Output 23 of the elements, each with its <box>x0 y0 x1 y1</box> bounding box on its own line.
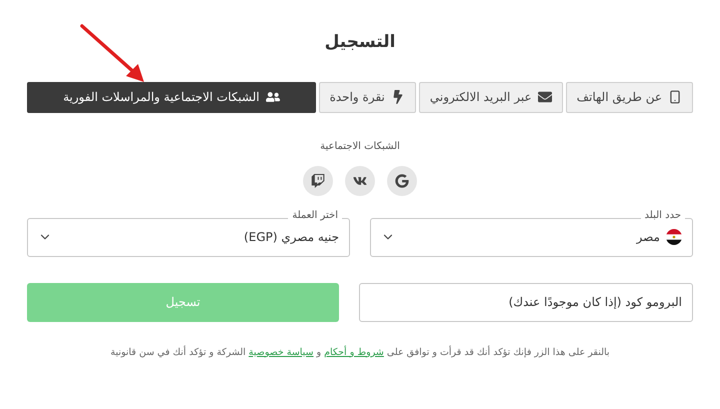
twitch-icon <box>311 174 325 188</box>
social-login-button[interactable] <box>387 166 417 196</box>
tab[interactable]: عبر البريد الالكتروني <box>418 82 563 112</box>
social-login-button[interactable] <box>303 166 333 196</box>
section-heading: الشبكات الاجتماعية <box>320 140 400 154</box>
google-g-icon <box>395 174 409 188</box>
promo-code-field[interactable]: البرومو كود (إذا كان موجودًا عندك) <box>359 282 693 322</box>
tab[interactable]: عن طريق الهاتف <box>566 82 693 112</box>
privacy-link[interactable]: سياسة خصوصية <box>248 346 314 358</box>
select-value: مصر <box>635 229 660 246</box>
lightning-icon <box>390 90 405 104</box>
select-value: جنيه مصري (EGP) <box>242 229 339 246</box>
flag-icon <box>666 229 682 245</box>
users-icon <box>266 90 280 104</box>
agreement-text: بالنقر على هذا الزر فإنك تؤكد أنك قد قرأت و توافق على شروط و أحكام و سياسة خصوصية الشركة و تؤكد أنك في سن قانونية <box>110 346 610 360</box>
page-title: التسجيل <box>324 31 396 54</box>
tab[interactable]: الشبكات الاجتماعية والمراسلات الفورية <box>27 82 316 112</box>
tab[interactable]: نقرة واحدة <box>318 82 416 112</box>
field-label: اختر العملة <box>288 208 342 222</box>
phone-icon <box>668 90 682 104</box>
social-login-button[interactable] <box>345 166 375 196</box>
envelope-icon <box>538 90 552 104</box>
field-label: حدد البلد <box>640 208 685 222</box>
